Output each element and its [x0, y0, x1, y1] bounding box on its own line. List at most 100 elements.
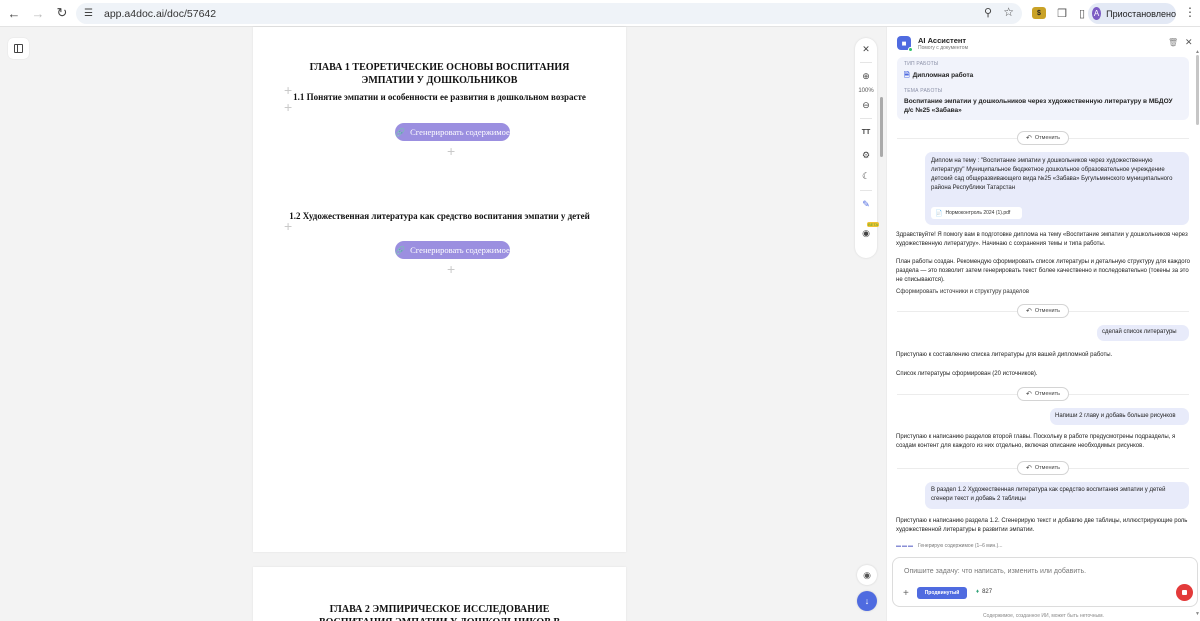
loading-dots-icon: ▬▬▬	[896, 543, 914, 549]
forward-icon[interactable]: →	[28, 3, 48, 23]
divider	[860, 118, 872, 119]
attachment-name: Нормоконтроль 2024 (1).pdf	[945, 210, 1011, 216]
extensions-puzzle-icon[interactable]: ❒	[1054, 5, 1070, 21]
generate-content-button[interactable]: 🔗 Сгенерировать содержимое	[395, 123, 510, 141]
work-type-text: Дипломная работа	[912, 72, 974, 79]
work-type-value: 🗎 Дипломная работа	[904, 71, 973, 82]
zoom-out-icon[interactable]: ⊖	[855, 100, 877, 111]
generate-content-label: Сгенерировать содержимое	[410, 245, 510, 255]
undo-icon: ↶	[1025, 465, 1032, 472]
sidebar-icon	[14, 44, 23, 53]
cancel-label: Отменить	[1034, 465, 1060, 471]
scrollbar-thumb[interactable]	[880, 97, 883, 157]
user-message-text: В раздел 1.2 Художественная литература к…	[931, 487, 1166, 502]
stop-icon	[1182, 590, 1187, 595]
profile-button[interactable]: A Приостановлено	[1088, 3, 1176, 24]
ai-disclaimer: Содержимое, созданное ИИ, может быть нет…	[983, 613, 1104, 619]
section-1-2-heading[interactable]: 1.2 Художественная литература как средст…	[253, 210, 626, 222]
token-balance: ♦ 827	[976, 589, 992, 595]
assistant-title: AI Ассистент	[918, 36, 967, 45]
prompt-input[interactable]: Опишите задачу: что написать, изменить и…	[904, 568, 1086, 575]
user-message: Напиши 2 главу и добавь больше рисунков	[1050, 408, 1189, 425]
add-icon[interactable]: +	[903, 588, 909, 599]
online-status-dot	[908, 47, 913, 52]
message-composer: Опишите задачу: что написать, изменить и…	[892, 557, 1198, 607]
user-message-text: Диплом на тему : "Воспитание эмпатии у д…	[931, 158, 1173, 191]
font-size-icon[interactable]: TT	[855, 129, 877, 136]
close-icon[interactable]: ✕	[855, 44, 877, 55]
token-icon: ♦	[976, 589, 980, 595]
moon-icon[interactable]: ☾	[855, 171, 877, 182]
zoom-in-icon[interactable]: ⊕	[855, 71, 877, 82]
generating-text: Генерирую содержимое (1–6 мин.)...	[918, 543, 1003, 549]
work-type-label: ТИП РАБОТЫ	[904, 61, 939, 67]
document-scrollbar[interactable]	[879, 27, 885, 621]
panel-scrollbar[interactable]: ▲ ▼	[1195, 49, 1200, 617]
user-message-text: Напиши 2 главу и добавь больше рисунков	[1055, 413, 1176, 419]
extension-icon[interactable]: $	[1032, 7, 1046, 19]
file-icon: 📄	[935, 210, 943, 217]
bookmark-star-icon[interactable]: ☆	[1003, 5, 1014, 19]
cancel-label: Отменить	[1034, 308, 1060, 314]
chapter-2-heading[interactable]: ГЛАВА 2 ЭМПИРИЧЕСКОЕ ИССЛЕДОВАНИЕ ВОСПИТ…	[253, 603, 626, 621]
reload-icon[interactable]: ↻	[52, 3, 72, 23]
assistant-message: Здравствуйте! Я помогу вам в подготовке …	[896, 232, 1188, 247]
cancel-button[interactable]: ↶ Отменить	[1017, 304, 1069, 318]
form-sources-link[interactable]: Сформировать источники и структуру разде…	[896, 289, 1029, 295]
back-icon[interactable]: ←	[4, 3, 24, 23]
assistant-subtitle: Помогу с документом	[918, 45, 969, 51]
gear-icon[interactable]: ⚙	[855, 150, 877, 161]
add-block-plus-icon[interactable]: +	[447, 144, 455, 158]
assistant-message: Приступаю к написанию раздела 1.2. Сгене…	[896, 518, 1188, 533]
work-topic-label: ТЕМА РАБОТЫ	[904, 88, 943, 94]
cancel-label: Отменить	[1034, 135, 1060, 141]
divider	[860, 190, 872, 191]
assistant-message: Список литературы сформирован (20 источн…	[896, 371, 1038, 377]
browser-toolbar: ← → ↻ ☰ app.a4doc.ai/doc/57642 ⚲ ☆ $ ❒ ▯…	[0, 0, 1200, 27]
generate-content-button[interactable]: 🔗 Сгенерировать содержимое	[395, 241, 510, 259]
brush-icon[interactable]: ✎	[855, 199, 877, 210]
site-info-icon[interactable]: ☰	[84, 8, 98, 19]
palette-icon[interactable]: ◉	[857, 565, 877, 585]
section-1-1-heading[interactable]: 1.1 Понятие эмпатии и особенности ее раз…	[253, 91, 626, 103]
url-text[interactable]: app.a4doc.ai/doc/57642	[104, 8, 216, 20]
assistant-message: Приступаю к составлению списка литератур…	[896, 352, 1113, 358]
user-message: В раздел 1.2 Художественная литература к…	[925, 482, 1189, 509]
cancel-button[interactable]: ↶ Отменить	[1017, 131, 1069, 145]
user-message: сделай список литературы	[1097, 325, 1189, 341]
zoom-icon[interactable]: ⚲	[984, 6, 992, 19]
document-icon: 🗎	[904, 72, 910, 79]
stop-generation-button[interactable]	[1176, 584, 1193, 601]
link-icon: 🔗	[395, 245, 406, 255]
sidebar-toggle-button[interactable]	[8, 38, 29, 59]
assistant-message: Приступаю к написанию разделов второй гл…	[896, 434, 1176, 449]
address-bar[interactable]: ☰ app.a4doc.ai/doc/57642 ⚲ ☆	[76, 3, 1022, 24]
generating-status: ▬▬▬ Генерирую содержимое (1–6 мин.)...	[896, 543, 1002, 549]
generate-content-label: Сгенерировать содержимое	[410, 127, 510, 137]
user-message-text: сделай список литературы	[1102, 329, 1177, 335]
chapter-1-heading[interactable]: ГЛАВА 1 ТЕОРЕТИЧЕСКИЕ ОСНОВЫ ВОСПИТАНИЯ …	[253, 61, 626, 87]
add-block-plus-icon[interactable]: +	[284, 219, 292, 233]
eye-icon[interactable]: ◉	[855, 228, 877, 239]
undo-icon: ↶	[1025, 135, 1032, 142]
cancel-button[interactable]: ↶ Отменить	[1017, 387, 1069, 401]
trash-icon[interactable]: 🗑	[1168, 38, 1178, 47]
close-panel-icon[interactable]: ✕	[1185, 37, 1193, 48]
document-page: ГЛАВА 1 ТЕОРЕТИЧЕСКИЕ ОСНОВЫ ВОСПИТАНИЯ …	[253, 27, 626, 552]
work-info-card: ТИП РАБОТЫ 🗎 Дипломная работа ТЕМА РАБОТЫ…	[897, 57, 1189, 120]
browser-menu-icon[interactable]: ⋮	[1184, 6, 1196, 18]
token-count: 827	[982, 589, 993, 595]
assistant-header: ■ AI Ассистент Помогу с документом 🗑 ✕	[887, 27, 1200, 57]
add-block-plus-icon[interactable]: +	[284, 100, 292, 114]
add-block-plus-icon[interactable]: +	[447, 262, 455, 276]
link-icon: 🔗	[395, 127, 406, 137]
profile-status: Приостановлено	[1106, 8, 1176, 19]
work-topic-value: Воспитание эмпатии у дошкольников через …	[904, 98, 1173, 114]
attachment-chip[interactable]: 📄 Нормоконтроль 2024 (1).pdf	[931, 207, 1022, 219]
mode-select-button[interactable]: Продвинутый	[917, 587, 967, 599]
cancel-label: Отменить	[1034, 391, 1060, 397]
scrollbar-thumb[interactable]	[1196, 55, 1199, 125]
divider	[860, 62, 872, 63]
cancel-button[interactable]: ↶ Отменить	[1017, 461, 1069, 475]
download-icon[interactable]: ↓	[857, 591, 877, 611]
